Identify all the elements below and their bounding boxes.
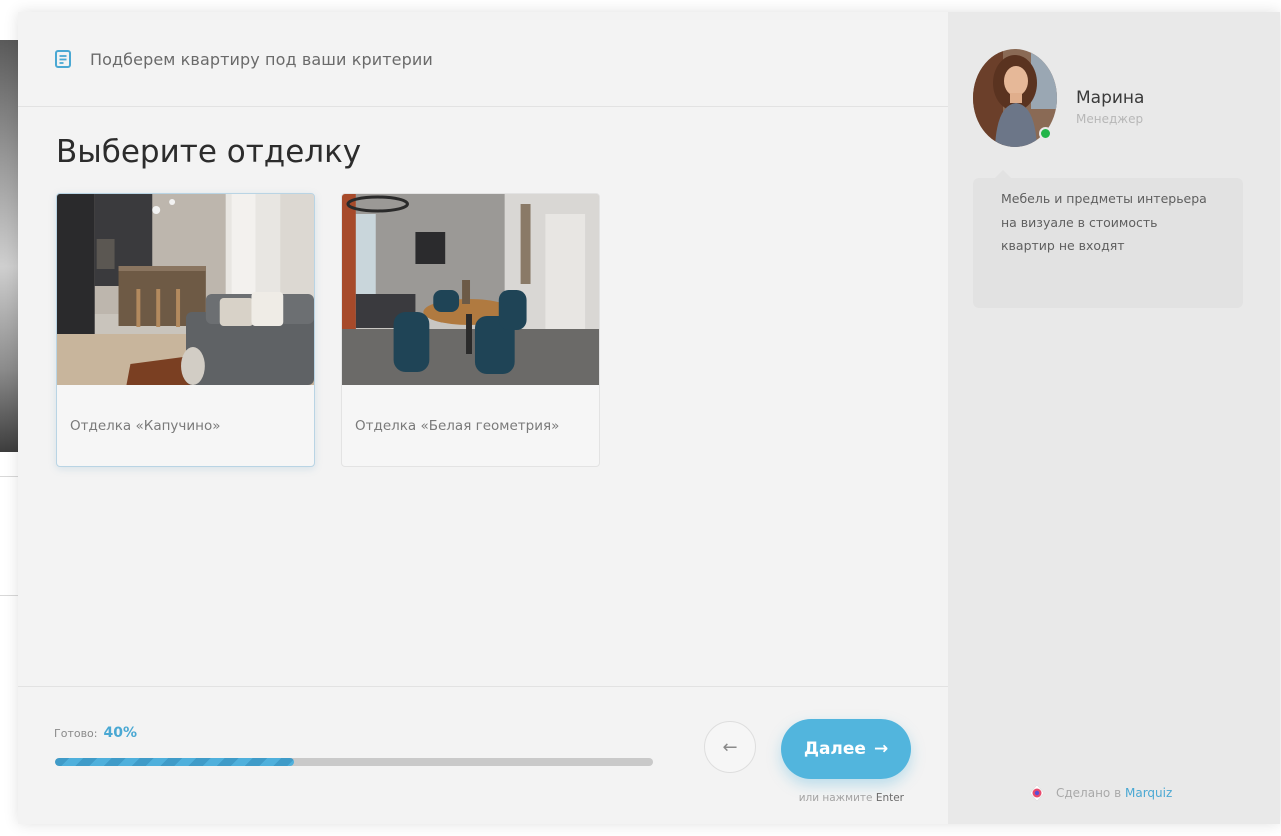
manager-name: Марина [1076,88,1145,108]
answer-options: Отделка «Капучино» Отделка «Белая геомет… [56,193,600,467]
next-button[interactable]: Далее → [781,719,911,779]
form-list-icon [55,50,71,68]
enter-hint-prefix: или нажмите [798,792,873,804]
background-photo [0,40,18,452]
manager-role: Менеджер [1076,112,1144,126]
option-image-white-geometry [342,194,599,385]
quiz-modal: Подберем квартиру под ваши критерии Выбе… [18,12,1280,824]
progress-value: 40% [103,725,138,741]
option-image-cappuccino [57,194,314,385]
marquiz-link[interactable]: Marquiz [1125,786,1172,800]
progress-bar [55,758,653,766]
progress-label: Готово: 40% [54,725,137,741]
marquiz-logo-icon [1029,784,1045,802]
made-with-text: Сделано в [1056,786,1122,800]
quiz-header-text: Подберем квартиру под ваши критерии [90,49,433,69]
enter-hint-key: Enter [875,792,904,804]
online-status-indicator [1039,127,1052,140]
quiz-header: Подберем квартиру под ваши критерии [18,12,948,107]
arrow-left-icon: ← [722,736,738,758]
progress-bar-fill [55,758,295,766]
progress-label-text: Готово: [54,727,98,740]
option-card-white-geometry[interactable]: Отделка «Белая геометрия» [341,193,600,467]
enter-hint: или нажмите Enter [754,792,904,804]
made-with-marquiz[interactable]: Сделано в Marquiz [1028,784,1172,802]
next-button-label: Далее [803,739,866,759]
manager-message: Мебель и предметы интерьера на визуале в… [973,170,1243,308]
quiz-main: Подберем квартиру под ваши критерии Выбе… [18,12,948,824]
option-label: Отделка «Капучино» [70,418,221,434]
question-title: Выберите отделку [56,134,362,170]
back-button[interactable]: ← [704,721,756,773]
option-label: Отделка «Белая геометрия» [355,418,560,434]
option-card-cappuccino[interactable]: Отделка «Капучино» [56,193,315,467]
arrow-right-icon: → [873,739,889,759]
quiz-footer: Готово: 40% ← Далее → или нажмите Enter [18,686,948,824]
manager-panel: Марина Менеджер Мебель и предметы интерь… [948,12,1280,824]
